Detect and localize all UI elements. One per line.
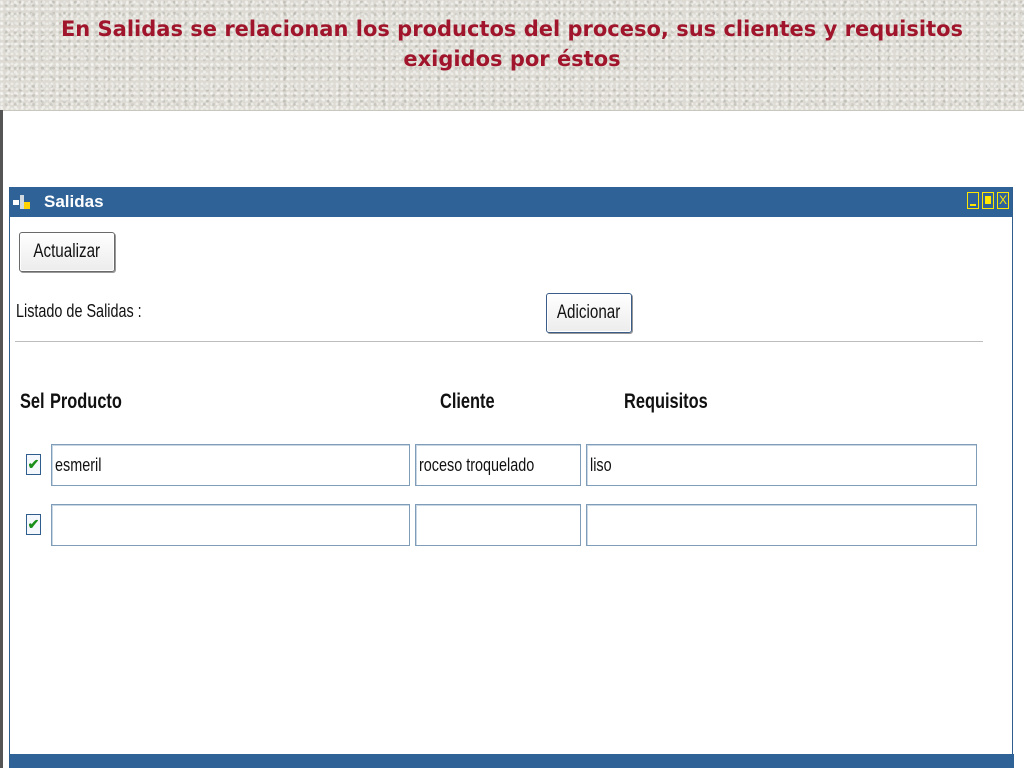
divider <box>15 341 983 342</box>
cliente-value: roceso troquelado <box>419 455 535 475</box>
column-header-cliente: Cliente <box>440 390 495 413</box>
table-row: ✔ <box>10 504 1010 548</box>
table-row: ✔ esmeril roceso troquelado liso <box>10 444 1010 488</box>
slide-title: En Salidas se relacionan los productos d… <box>60 17 964 71</box>
window-titlebar[interactable]: Salidas X <box>10 187 1012 217</box>
refresh-button[interactable]: Actualizar <box>19 232 115 272</box>
cliente-field[interactable] <box>415 504 581 546</box>
requisitos-field[interactable] <box>586 504 977 546</box>
app-icon <box>13 195 30 209</box>
list-label: Listado de Salidas : <box>16 301 142 321</box>
left-rule <box>0 110 3 768</box>
cliente-field[interactable]: roceso troquelado <box>415 444 581 486</box>
requisitos-value: liso <box>590 455 612 475</box>
column-header-requisitos: Requisitos <box>624 390 708 413</box>
producto-value: esmeril <box>55 455 102 475</box>
window-bottom-bar <box>10 754 1014 768</box>
column-header-producto: Producto <box>50 390 122 413</box>
salidas-window: Salidas X Actualizar Listado de Salidas … <box>9 187 1014 768</box>
maximize-icon[interactable] <box>982 192 994 209</box>
add-button-label: Adicionar <box>557 302 621 323</box>
refresh-button-label: Actualizar <box>33 241 101 262</box>
checkbox-checked-icon[interactable]: ✔ <box>26 454 41 475</box>
close-icon[interactable]: X <box>997 192 1009 209</box>
column-header-sel: Sel <box>20 390 45 413</box>
add-button[interactable]: Adicionar <box>546 293 632 333</box>
producto-field[interactable] <box>51 504 410 546</box>
minimize-icon[interactable] <box>967 192 979 209</box>
requisitos-field[interactable]: liso <box>586 444 977 486</box>
checkbox-checked-icon[interactable]: ✔ <box>26 514 41 535</box>
slide-header: En Salidas se relacionan los productos d… <box>0 0 1024 111</box>
window-title: Salidas <box>44 192 104 211</box>
producto-field[interactable]: esmeril <box>51 444 410 486</box>
